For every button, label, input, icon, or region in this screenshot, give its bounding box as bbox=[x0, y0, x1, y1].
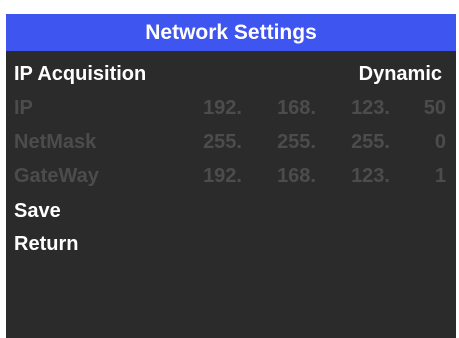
save-button[interactable]: Save bbox=[6, 195, 456, 227]
ip-address-octet-4: 50 bbox=[423, 97, 446, 119]
netmask-label: NetMask bbox=[14, 131, 97, 153]
gateway-octet-1: 192. bbox=[203, 165, 242, 187]
ip-address-octet-1: 192. bbox=[203, 97, 242, 119]
return-button[interactable]: Return bbox=[6, 228, 456, 260]
network-settings-screen: Network Settings IP Acquisition Dynamic … bbox=[6, 14, 456, 338]
ip-acquisition-label: IP Acquisition bbox=[14, 63, 147, 85]
netmask-octet-1: 255. bbox=[203, 131, 242, 153]
gateway-octet-3: 123. bbox=[351, 165, 390, 187]
gateway-row: GateWay 192. 168. 123. 1 bbox=[6, 160, 456, 192]
gateway-octet-4: 1 bbox=[434, 165, 446, 187]
save-label: Save bbox=[14, 200, 61, 222]
ip-address-octet-3: 123. bbox=[351, 97, 390, 119]
gateway-octet-2: 168. bbox=[277, 165, 316, 187]
ip-acquisition-row[interactable]: IP Acquisition Dynamic bbox=[6, 58, 456, 90]
netmask-octet-4: 0 bbox=[434, 131, 446, 153]
ip-address-label: IP bbox=[14, 97, 33, 119]
ip-address-row: IP 192. 168. 123. 50 bbox=[6, 92, 456, 124]
gateway-label: GateWay bbox=[14, 165, 99, 187]
netmask-octet-2: 255. bbox=[277, 131, 316, 153]
netmask-row: NetMask 255. 255. 255. 0 bbox=[6, 126, 456, 158]
page-title: Network Settings bbox=[6, 14, 456, 51]
netmask-octet-3: 255. bbox=[351, 131, 390, 153]
return-label: Return bbox=[14, 233, 79, 255]
ip-address-octet-2: 168. bbox=[277, 97, 316, 119]
ip-acquisition-value[interactable]: Dynamic bbox=[359, 58, 442, 90]
